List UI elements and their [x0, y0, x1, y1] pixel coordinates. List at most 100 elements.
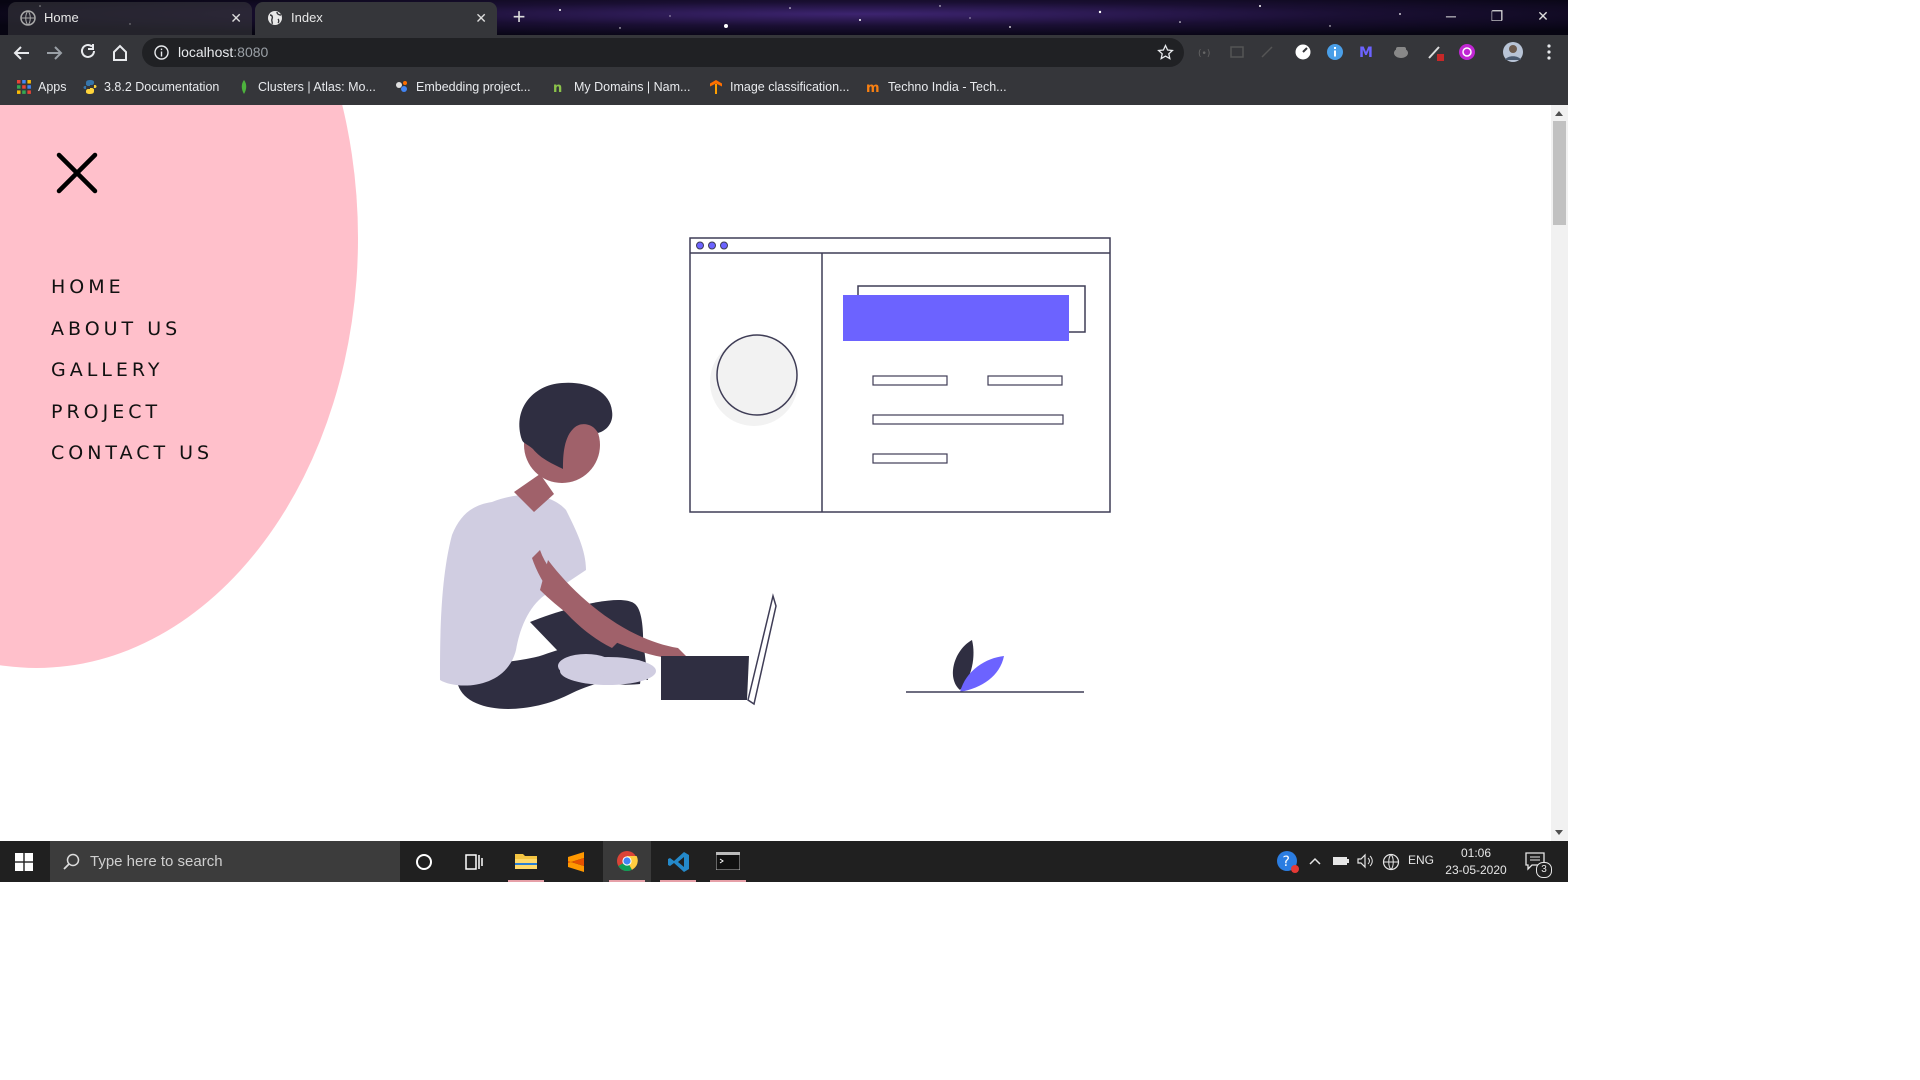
windows-taskbar: Type here to search ? ENG 01:06 23-05-20… — [0, 841, 1568, 882]
forward-arrow-icon[interactable] — [40, 39, 68, 67]
globe-icon — [268, 11, 282, 25]
new-tab-button[interactable]: + — [506, 4, 532, 30]
tensorflow-icon — [710, 80, 722, 94]
restore-button[interactable]: ❐ — [1474, 0, 1520, 32]
url-text[interactable]: localhost:8080 — [178, 44, 268, 60]
page-viewport: HOME ABOUT US GALLERY PROJECT CONTACT US — [0, 105, 1551, 841]
scrollbar-thumb[interactable] — [1553, 121, 1566, 225]
bookmark-mongodb-atlas[interactable]: Clusters | Atlas: Mo... — [236, 78, 376, 96]
vscode-app[interactable] — [654, 841, 702, 882]
tensorflow-icon — [396, 81, 407, 92]
clock-date: 23-05-2020 — [1445, 863, 1507, 877]
back-arrow-icon[interactable] — [8, 39, 36, 67]
action-center-button[interactable]: 3 — [1524, 851, 1552, 878]
chrome-app[interactable] — [603, 841, 651, 882]
mongodb-leaf-icon — [241, 80, 247, 94]
reload-icon[interactable] — [74, 39, 102, 67]
tab-index[interactable]: Index ✕ — [255, 2, 497, 35]
sublime-text-app[interactable] — [552, 841, 600, 882]
vscode-icon — [668, 852, 689, 872]
profile-avatar[interactable] — [1502, 41, 1524, 63]
windows-start-icon[interactable] — [15, 853, 33, 871]
minimize-button[interactable]: ─ — [1428, 0, 1474, 32]
svg-text:m: m — [866, 81, 880, 95]
tab-home[interactable]: Home ✕ — [8, 2, 252, 35]
browser-tab-strip: Home ✕ Index ✕ + ─ ❐ ✕ — [0, 0, 1568, 35]
menu-item-about-us[interactable]: ABOUT US — [51, 315, 213, 357]
task-view-icon — [465, 854, 483, 870]
pen-icon[interactable] — [1426, 43, 1444, 61]
taskbar-search-box[interactable]: Type here to search — [50, 841, 400, 882]
extension-icon[interactable] — [1228, 43, 1246, 61]
window-close-button[interactable]: ✕ — [1520, 0, 1566, 32]
tab-close-icon[interactable]: ✕ — [230, 10, 242, 27]
bookmark-techno-india[interactable]: m Techno India - Tech... — [866, 78, 1007, 96]
tab-close-icon[interactable]: ✕ — [475, 10, 487, 27]
language-indicator[interactable]: ENG — [1408, 853, 1434, 867]
terminal-icon — [716, 852, 740, 870]
clock-time: 01:06 — [1460, 846, 1492, 860]
terminal-app[interactable] — [704, 841, 752, 882]
bookmarks-bar: Apps 3.8.2 Documentation Clusters | Atla… — [0, 70, 1568, 106]
menu-item-project[interactable]: PROJECT — [51, 398, 213, 440]
extension-icon[interactable]: (•) — [1196, 43, 1214, 61]
cortana-button[interactable] — [400, 841, 448, 882]
globe-icon — [20, 10, 36, 26]
incognito-icon[interactable] — [1392, 43, 1410, 61]
bookmark-image-classification[interactable]: Image classification... — [708, 78, 850, 96]
hero-illustration — [440, 237, 1111, 709]
svg-text:M: M — [1359, 45, 1373, 61]
extension-m-icon[interactable]: M — [1358, 43, 1376, 61]
page-scrollbar[interactable] — [1551, 105, 1568, 841]
scroll-down-arrow-icon[interactable] — [1555, 830, 1563, 835]
volume-icon[interactable] — [1356, 853, 1374, 869]
menu-item-gallery[interactable]: GALLERY — [51, 356, 213, 398]
browser-toolbar: localhost:8080 (•) M — [0, 35, 1568, 70]
python-icon — [83, 80, 97, 94]
chrome-icon — [617, 851, 638, 872]
svg-text:(•): (•) — [1198, 49, 1210, 59]
running-indicator — [609, 880, 645, 882]
running-indicator — [660, 880, 696, 882]
menu-item-home[interactable]: HOME — [51, 273, 213, 315]
search-placeholder: Type here to search — [90, 853, 223, 870]
menu-item-contact-us[interactable]: CONTACT US — [51, 439, 213, 481]
bookmark-namecheap[interactable]: n My Domains | Nam... — [552, 78, 690, 96]
namecheap-icon: n — [553, 81, 562, 95]
tab-title: Home — [44, 10, 79, 25]
sublime-text-icon — [568, 852, 584, 872]
task-view-button[interactable] — [450, 841, 498, 882]
file-explorer-app[interactable] — [502, 841, 550, 882]
help-icon[interactable]: ? — [1276, 850, 1300, 874]
folder-icon — [515, 854, 537, 869]
extension-purple-icon[interactable] — [1458, 43, 1476, 61]
battery-icon[interactable] — [1332, 854, 1350, 868]
cortana-icon — [416, 854, 432, 870]
home-icon[interactable] — [106, 39, 134, 67]
svg-text:n: n — [553, 81, 562, 95]
bookmark-python-docs[interactable]: 3.8.2 Documentation — [82, 78, 219, 96]
plant — [906, 640, 1084, 693]
info-icon[interactable] — [154, 45, 169, 60]
bookmark-apps[interactable]: Apps — [16, 78, 67, 96]
clock[interactable]: 01:06 23-05-2020 — [1440, 845, 1512, 879]
info-circle-icon[interactable] — [1326, 43, 1344, 61]
bookmark-star-icon[interactable] — [1157, 44, 1174, 61]
search-icon — [63, 853, 80, 870]
nav-menu: HOME ABOUT US GALLERY PROJECT CONTACT US — [51, 273, 213, 481]
address-bar[interactable]: localhost:8080 — [142, 38, 1184, 67]
speedometer-icon[interactable] — [1294, 43, 1312, 61]
bookmark-embedding-projector[interactable]: Embedding project... — [394, 78, 531, 96]
network-globe-icon[interactable] — [1382, 853, 1400, 871]
website-wireframe — [689, 237, 1111, 513]
running-indicator — [508, 880, 544, 882]
chevron-up-icon[interactable] — [1308, 854, 1322, 868]
extension-icon[interactable] — [1258, 43, 1276, 61]
scroll-up-arrow-icon[interactable] — [1555, 111, 1563, 116]
running-indicator — [710, 880, 746, 882]
tab-title: Index — [291, 10, 323, 25]
moodle-icon: m — [866, 81, 880, 95]
notification-count-badge: 3 — [1536, 862, 1552, 878]
close-icon[interactable] — [56, 152, 98, 194]
chrome-menu-icon[interactable] — [1540, 43, 1558, 61]
